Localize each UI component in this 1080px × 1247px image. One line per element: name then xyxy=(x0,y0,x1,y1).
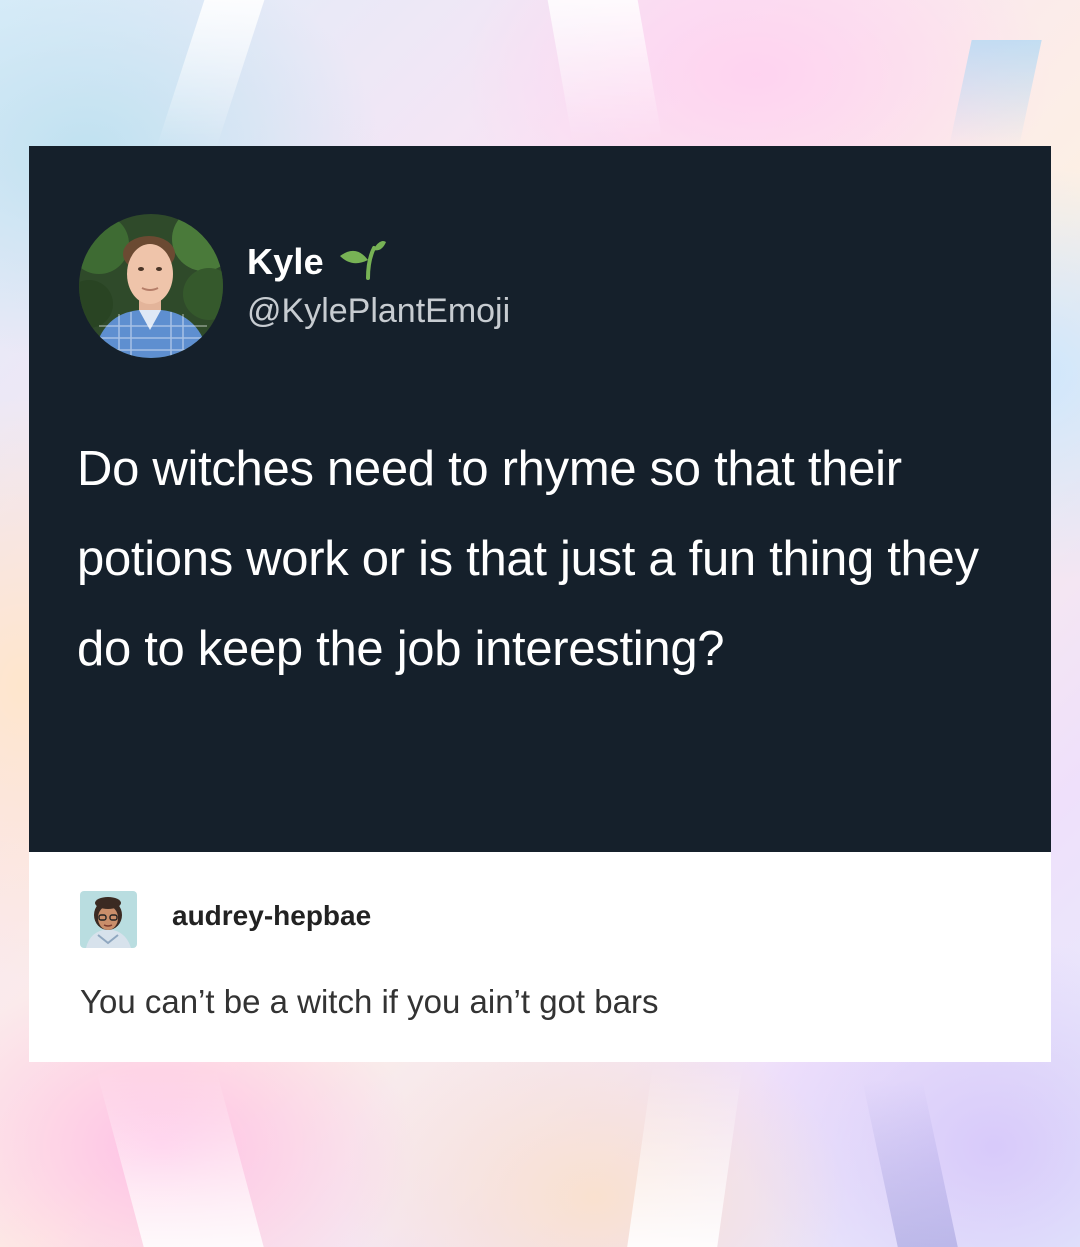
handle[interactable]: @KylePlantEmoji xyxy=(247,292,510,331)
background-streak xyxy=(862,1080,958,1247)
background-streak xyxy=(96,1070,264,1247)
author-row: Kyle xyxy=(247,238,386,285)
tweet-text: Do witches need to rhyme so that their p… xyxy=(77,442,979,676)
reply-avatar-illustration xyxy=(80,891,137,948)
background-streak xyxy=(948,40,1042,150)
avatar-photo xyxy=(79,214,223,358)
background-streak xyxy=(155,0,265,150)
sprout-icon xyxy=(338,238,386,285)
avatar[interactable] xyxy=(79,214,223,358)
reply-username[interactable]: audrey-hepbae xyxy=(172,900,371,932)
reply-avatar[interactable] xyxy=(80,891,137,948)
background-streak xyxy=(627,1065,743,1247)
display-name[interactable]: Kyle xyxy=(247,241,324,283)
reply-card: audrey-hepbae You can’t be a witch if yo… xyxy=(29,852,1051,1062)
reply-text: You can’t be a witch if you ain’t got ba… xyxy=(80,983,659,1020)
background-streak xyxy=(547,0,663,140)
tweet-card: Kyle @KylePlantEmoji Do witches need to … xyxy=(29,146,1051,852)
